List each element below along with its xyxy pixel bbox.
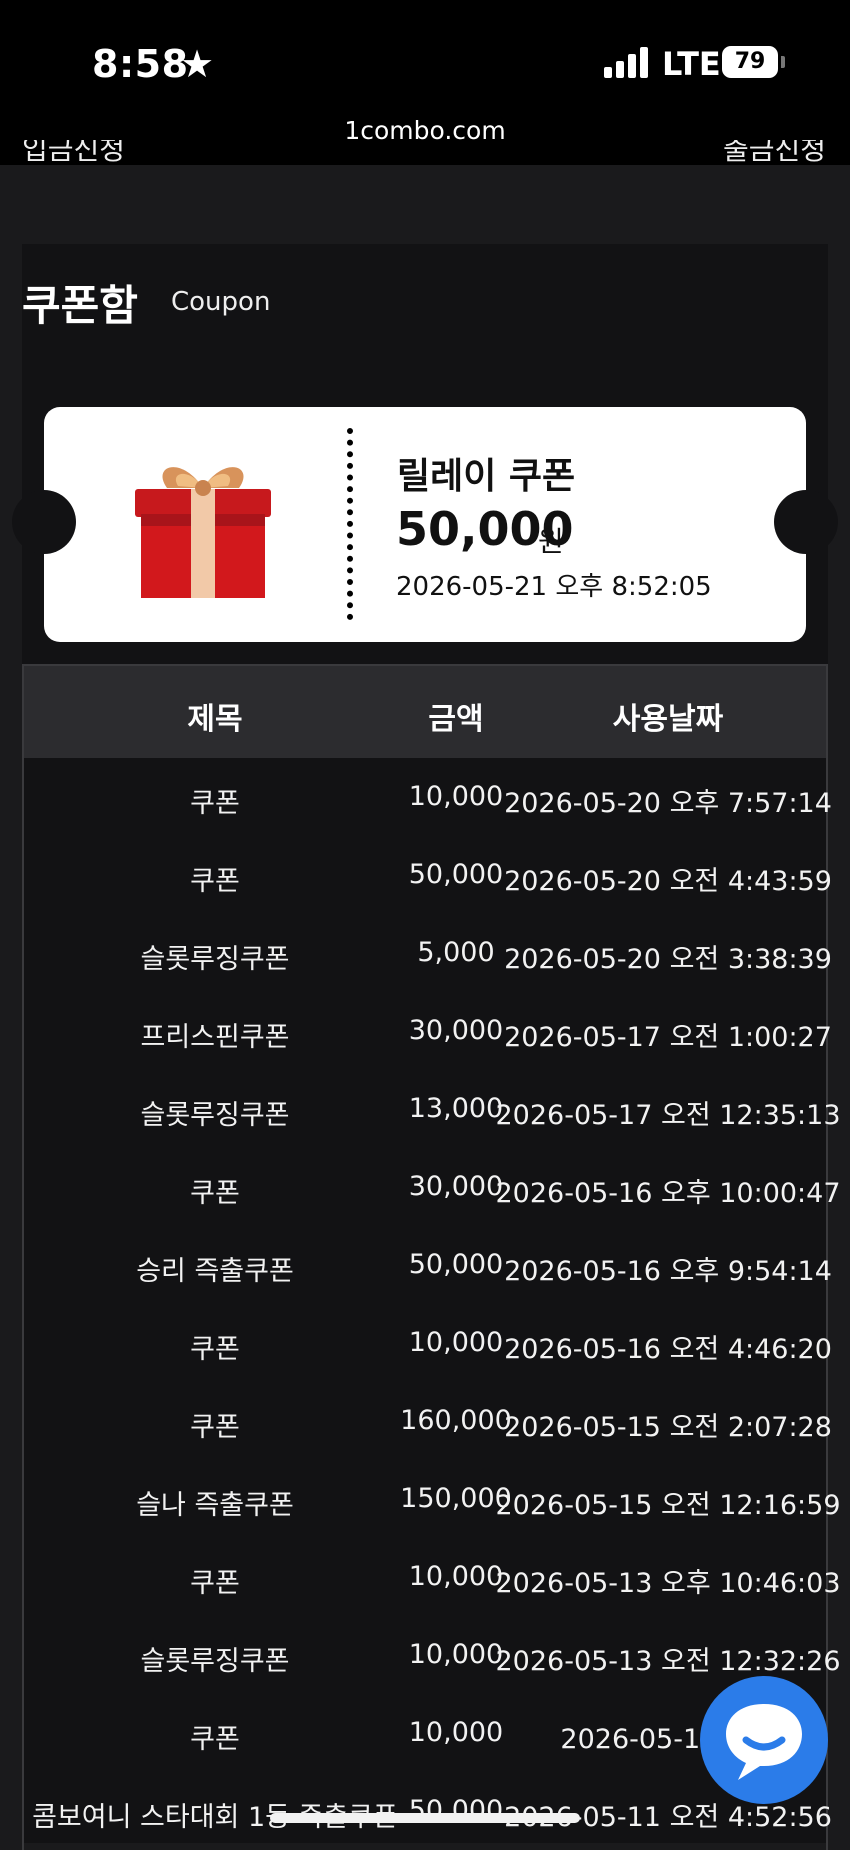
table-header: 제목 금액 사용날짜 — [22, 664, 828, 758]
row-title: 슬롯루징쿠폰 — [140, 944, 290, 975]
row-title: 쿠폰 — [190, 1334, 240, 1365]
table-row: 쿠폰 160,000 2026-05-15 오전 2:07:28 — [24, 1382, 832, 1460]
row-amount: 30,000 — [408, 1171, 504, 1202]
ticket-notch-right — [774, 490, 838, 554]
row-amount: 10,000 — [408, 1717, 504, 1748]
coupon-name: 릴레이 쿠폰 — [397, 456, 576, 497]
signal-icon — [604, 46, 648, 78]
row-title: 쿠폰 — [190, 1178, 240, 1209]
row-title: 슬롯루징쿠폰 — [140, 1100, 290, 1131]
coupon-history-table: 제목 금액 사용날짜 쿠폰 10,000 2026-05-20 오후 7:57:14… — [22, 664, 841, 1850]
table-row: 슬롯루징쿠폰 13,000 2026-05-17 오전 12:35:13 — [24, 1070, 840, 1148]
row-date: 2026-05-16 오전 4:46:20 — [504, 1334, 832, 1365]
table-row: 쿠폰 10,000 2026-05-16 오전 4:46:20 — [24, 1304, 832, 1382]
row-date: 2026-05-20 오전 4:43:59 — [504, 866, 832, 897]
battery-icon: 79 — [722, 46, 785, 78]
row-date: 2026-05-16 오후 10:00:47 — [495, 1178, 841, 1209]
network-type: LTE — [662, 45, 721, 83]
deposit-link[interactable]: 입금신청 — [22, 140, 125, 168]
row-amount: 10,000 — [408, 1639, 504, 1670]
table-row: 쿠폰 10,000 2026-05-20 오후 7:57:14 — [24, 758, 832, 836]
row-date: 2026-05-13 오후 10:46:03 — [495, 1568, 841, 1599]
header-date: 사용날짜 — [612, 702, 724, 737]
row-title: 승리 즉출쿠폰 — [136, 1256, 294, 1287]
chat-button[interactable] — [700, 1676, 828, 1804]
row-title: 쿠폰 — [190, 1412, 240, 1443]
table-row: 쿠폰 30,000 2026-05-16 오후 10:00:47 — [24, 1148, 840, 1226]
row-title: 쿠폰 — [190, 866, 240, 897]
row-amount: 50,000 — [408, 1249, 504, 1280]
page-title: 쿠폰함 — [22, 281, 138, 330]
coupon-date: 2026-05-21 오후 8:52:05 — [396, 572, 712, 602]
table-row: 슬롯루징쿠폰 5,000 2026-05-20 오전 3:38:39 — [24, 914, 831, 992]
chat-bubble-icon — [726, 1704, 802, 1780]
top-links: 입금신청 출금신청 — [0, 140, 850, 180]
row-title: 슬나 즉출쿠폰 — [136, 1490, 294, 1521]
coupon-unit: 원 — [538, 525, 564, 558]
table-row: 쿠폰 50,000 2026-05-20 오전 4:43:59 — [24, 836, 832, 914]
withdraw-link[interactable]: 출금신청 — [723, 140, 826, 168]
row-date: 2026-05-20 오전 3:38:39 — [504, 944, 832, 975]
row-title: 쿠폰 — [190, 788, 240, 819]
row-amount: 10,000 — [408, 1561, 504, 1592]
table-row: 슬나 즉출쿠폰 150,000 2026-05-15 오전 12:16:59 — [24, 1460, 840, 1538]
row-title: 쿠폰 — [190, 1568, 240, 1599]
header-title: 제목 — [187, 702, 243, 737]
row-date: 2026-05-17 오전 12:35:13 — [495, 1100, 841, 1131]
page-subtitle: Coupon — [171, 287, 271, 317]
row-date: 2026-05-15 오전 12:16:59 — [495, 1490, 841, 1521]
row-title: 프리스핀쿠폰 — [140, 1022, 290, 1053]
row-date: 2026-05-15 오전 2:07:28 — [504, 1412, 832, 1443]
row-amount: 50,000 — [408, 859, 504, 890]
ticket-notch-left — [12, 490, 76, 554]
row-date: 2026-05-13 오전 12:32:26 — [495, 1646, 841, 1677]
row-date: 2026-05-20 오후 7:57:14 — [504, 788, 832, 819]
row-amount: 10,000 — [408, 1327, 504, 1358]
row-amount: 13,000 — [408, 1093, 504, 1124]
home-indicator — [270, 1813, 580, 1823]
row-amount: 10,000 — [408, 781, 504, 812]
coupon-divider — [347, 428, 353, 620]
table-row: 쿠폰 10,000 2026-05-13 오후 10:46:03 — [24, 1538, 840, 1616]
row-date: 2026-05-17 오전 1:00:27 — [504, 1022, 832, 1053]
header-amount: 금액 — [428, 702, 484, 737]
table-row: 승리 즉출쿠폰 50,000 2026-05-16 오후 9:54:14 — [24, 1226, 832, 1304]
row-amount: 160,000 — [400, 1405, 512, 1436]
row-date: 2026-05-16 오후 9:54:14 — [504, 1256, 832, 1287]
row-title: 쿠폰 — [190, 1724, 240, 1755]
row-amount: 5,000 — [417, 937, 495, 968]
star-icon: ★ — [180, 42, 215, 86]
table-row: 프리스핀쿠폰 30,000 2026-05-17 오전 1:00:27 — [24, 992, 831, 1070]
row-amount: 30,000 — [408, 1015, 504, 1046]
gift-icon — [135, 467, 271, 598]
row-title: 슬롯루징쿠폰 — [140, 1646, 290, 1677]
clock: 8:58 — [92, 42, 189, 86]
